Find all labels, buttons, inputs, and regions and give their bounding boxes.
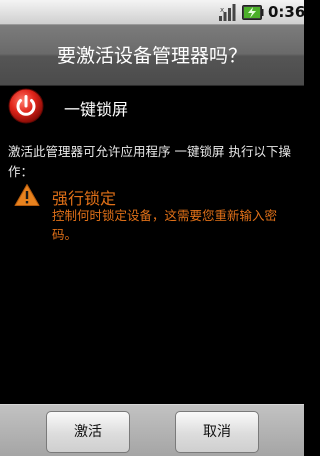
permission-description: 激活此管理器可允许应用程序 一键锁屏 执行以下操作： bbox=[8, 144, 291, 179]
dialog-title: 要激活设备管理器吗？ bbox=[56, 45, 247, 67]
svg-text:x: x bbox=[220, 6, 224, 14]
button-bar: 激活 取消 bbox=[0, 404, 304, 456]
signal-bars-icon: x bbox=[219, 4, 236, 21]
power-icon bbox=[8, 88, 44, 124]
warning-triangle-icon bbox=[14, 184, 40, 206]
cancel-button[interactable]: 取消 bbox=[175, 411, 259, 453]
battery-charging-icon bbox=[242, 5, 264, 20]
policy-description: 控制何时锁定设备，这需要您重新输入密码。 bbox=[52, 208, 278, 242]
activate-button[interactable]: 激活 bbox=[46, 411, 130, 453]
dialog-title-bar: 要激活设备管理器吗？ bbox=[0, 25, 304, 86]
app-name: 一键锁屏 bbox=[64, 100, 129, 119]
status-clock: 0:36 bbox=[268, 3, 306, 21]
app-info-row: 一键锁屏 bbox=[8, 88, 298, 128]
status-bar: x 0:36 bbox=[0, 0, 306, 25]
